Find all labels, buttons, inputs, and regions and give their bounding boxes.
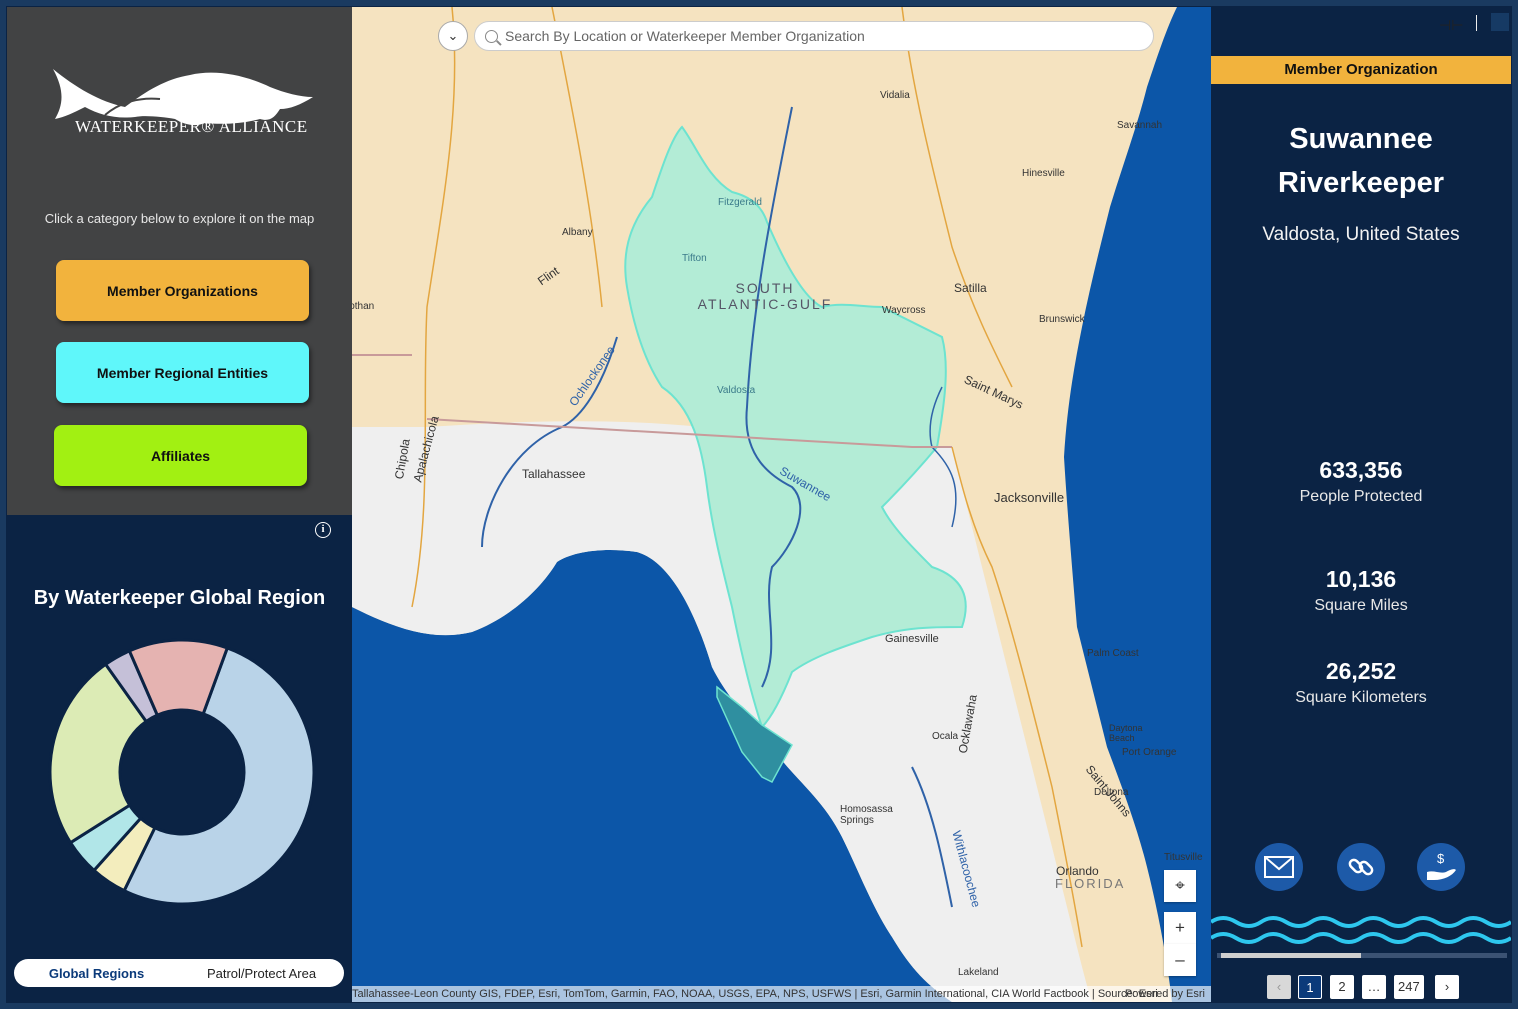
category-hint: Click a category below to explore it on … bbox=[44, 211, 315, 226]
member-organizations-button[interactable]: Member Organizations bbox=[56, 260, 309, 321]
page-button-2[interactable]: 2 bbox=[1330, 975, 1354, 999]
category-panel: WATERKEEPER® ALLIANCE Click a category b… bbox=[7, 7, 352, 515]
map-label-palm-coast: Palm Coast bbox=[1087, 648, 1139, 659]
zoom-in-button[interactable]: + bbox=[1164, 912, 1196, 944]
map-label-fitzgerald: Fitzgerald bbox=[718, 197, 762, 208]
locate-icon[interactable]: ⌖ bbox=[1164, 870, 1196, 902]
menu-icon[interactable] bbox=[1491, 13, 1509, 31]
brand-text: WATERKEEPER® ALLIANCE bbox=[75, 117, 308, 136]
detail-panel: ⊣⊢ Member Organization Suwannee Riverkee… bbox=[1211, 7, 1511, 1002]
divider bbox=[1476, 15, 1477, 31]
stat-square-kilometers: 26,252 Square Kilometers bbox=[1211, 658, 1511, 707]
chevron-down-icon[interactable]: ⌄ bbox=[438, 21, 468, 51]
donate-button[interactable]: $ bbox=[1417, 843, 1465, 891]
stat-value: 26,252 bbox=[1325, 658, 1397, 684]
powered-by-esri[interactable]: Powered by Esri bbox=[1125, 986, 1205, 1002]
map-label-daytona-beach: Daytona Beach bbox=[1109, 723, 1143, 743]
attribution-text: Tallahassee-Leon County GIS, FDEP, Esri,… bbox=[352, 988, 1158, 1000]
map-label-homosassa-springs: Homosassa Springs bbox=[840, 804, 893, 826]
map-label-gainesville: Gainesville bbox=[885, 633, 939, 645]
stat-value: 633,356 bbox=[1319, 457, 1403, 483]
map-label-jacksonville: Jacksonville bbox=[994, 490, 1065, 505]
donate-icon: $ bbox=[1427, 851, 1456, 880]
panel-toolbar: ⊣⊢ bbox=[1211, 7, 1511, 56]
org-location: Valdosta, United States bbox=[1262, 224, 1460, 245]
map-label-florida: FLORIDA bbox=[1055, 876, 1126, 891]
left-panel: WATERKEEPER® ALLIANCE Click a category b… bbox=[7, 7, 352, 1002]
scrollbar-thumb[interactable] bbox=[1221, 953, 1361, 958]
email-icon bbox=[1264, 856, 1294, 878]
member-regional-entities-button[interactable]: Member Regional Entities bbox=[56, 342, 309, 403]
map-label-hinesville: Hinesville bbox=[1022, 168, 1065, 179]
svg-text:$: $ bbox=[1437, 851, 1445, 866]
stat-label: People Protected bbox=[1299, 488, 1423, 505]
page-ellipsis[interactable]: … bbox=[1362, 975, 1386, 999]
stat-square-miles: 10,136 Square Miles bbox=[1211, 566, 1511, 615]
collapse-icon[interactable]: ⊣⊢ bbox=[1439, 17, 1463, 34]
map-label-albany: Albany bbox=[562, 227, 593, 238]
info-icon[interactable]: i bbox=[315, 522, 331, 538]
map-label-dothan: Dothan bbox=[352, 301, 375, 312]
org-name: Suwannee Riverkeeper bbox=[1277, 123, 1445, 199]
next-page-button[interactable]: › bbox=[1435, 975, 1459, 999]
toggle-patrol-protect-area[interactable]: Patrol/Protect Area bbox=[179, 966, 344, 981]
stat-value: 10,136 bbox=[1325, 566, 1397, 592]
map-label-valdosta: Valdosta bbox=[717, 385, 756, 396]
stat-label: Square Miles bbox=[1314, 597, 1408, 614]
horizontal-scrollbar[interactable] bbox=[1217, 953, 1507, 958]
map-label-brunswick: Brunswick bbox=[1039, 314, 1085, 325]
map-label-titusville: Titusville bbox=[1164, 852, 1203, 863]
stat-label: Square Kilometers bbox=[1295, 689, 1427, 706]
affiliates-button[interactable]: Affiliates bbox=[54, 425, 307, 486]
map-label-vidalia: Vidalia bbox=[880, 90, 910, 101]
map-label-tallahassee: Tallahassee bbox=[522, 467, 586, 481]
map-label-satilla: Satilla bbox=[954, 281, 987, 295]
page-button-1[interactable]: 1 bbox=[1298, 975, 1322, 999]
map-label-savannah: Savannah bbox=[1117, 120, 1163, 131]
chart-title: By Waterkeeper Global Region bbox=[33, 587, 326, 609]
section-header: Member Organization bbox=[1211, 56, 1511, 84]
map-label-port-orange: Port Orange bbox=[1122, 747, 1177, 758]
email-button[interactable] bbox=[1255, 843, 1303, 891]
basemap bbox=[352, 7, 1211, 1002]
search-icon bbox=[485, 30, 498, 43]
region-donut-chart[interactable] bbox=[42, 632, 322, 912]
map-label-waycross: Waycross bbox=[882, 305, 926, 316]
map-label-watershed-region: SOUTH ATLANTIC-GULF bbox=[697, 280, 833, 312]
prev-page-button[interactable]: ‹ bbox=[1267, 975, 1291, 999]
zoom-out-button[interactable]: – bbox=[1164, 944, 1196, 976]
page-button-last[interactable]: 247 bbox=[1394, 975, 1424, 999]
link-icon bbox=[1348, 858, 1374, 876]
map-label-ocala: Ocala bbox=[932, 731, 959, 742]
toggle-global-regions[interactable]: Global Regions bbox=[14, 966, 179, 981]
search-placeholder: Search By Location or Waterkeeper Member… bbox=[505, 28, 865, 44]
map-attribution: Tallahassee-Leon County GIS, FDEP, Esri,… bbox=[352, 986, 1211, 1002]
view-toggle: Global Regions Patrol/Protect Area bbox=[14, 959, 344, 987]
map-label-lakeland: Lakeland bbox=[958, 967, 999, 978]
map-view[interactable]: Tallahassee Jacksonville Gainesville Val… bbox=[352, 7, 1211, 1002]
search-input[interactable]: Search By Location or Waterkeeper Member… bbox=[474, 21, 1154, 51]
wave-decoration bbox=[1211, 916, 1511, 944]
pagination: ‹ 1 2 … 247 › bbox=[1211, 975, 1511, 999]
link-button[interactable] bbox=[1337, 843, 1385, 891]
stat-people-protected: 633,356 People Protected bbox=[1211, 457, 1511, 506]
map-label-tifton: Tifton bbox=[682, 253, 707, 264]
